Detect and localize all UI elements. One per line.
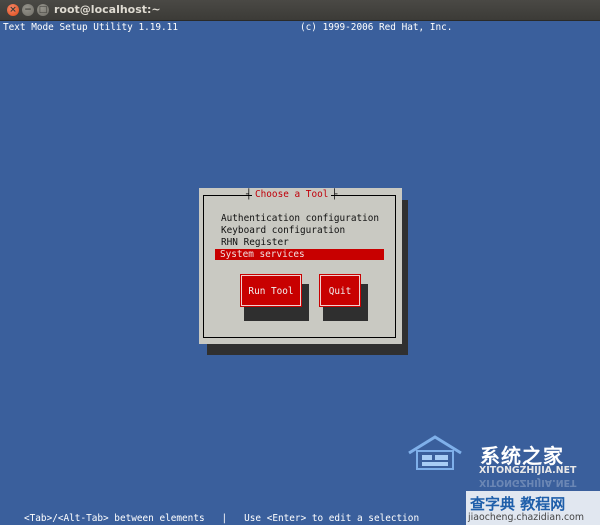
minimize-window-button[interactable]: − <box>22 4 34 16</box>
house-logo-icon <box>408 435 462 470</box>
watermark-brand-en-reflection: XITONGZHIJIA.NET <box>479 477 577 488</box>
keyboard-hint: <Tab>/<Alt-Tab> between elements | Use <… <box>24 513 420 524</box>
watermark-chazidian: 查字典 教程网 jiaocheng.chazidian.com <box>466 491 600 525</box>
list-item-rhn-register[interactable]: RHN Register <box>216 237 385 248</box>
list-item-authentication[interactable]: Authentication configuration <box>216 213 385 224</box>
dialog-title: Choose a Tool <box>246 189 338 201</box>
list-item-keyboard[interactable]: Keyboard configuration <box>216 225 385 236</box>
close-window-button[interactable]: × <box>7 4 19 16</box>
run-tool-button[interactable]: Run Tool <box>240 274 302 307</box>
window-titlebar: × − □ root@localhost:~ <box>0 0 600 21</box>
choose-tool-dialog: Choose a Tool Authentication configurati… <box>199 188 402 344</box>
maximize-window-button[interactable]: □ <box>37 4 49 16</box>
watermark-chazidian-url: jiaocheng.chazidian.com <box>468 512 585 523</box>
quit-button[interactable]: Quit <box>319 274 361 307</box>
watermark-brand-en: XITONGZHIJIA.NET <box>479 465 577 476</box>
list-item-system-services[interactable]: System services <box>215 249 384 260</box>
watermark-chazidian-cn: 查字典 教程网 <box>470 495 566 513</box>
copyright-text: (c) 1999-2006 Red Hat, Inc. <box>300 22 453 33</box>
window-title: root@localhost:~ <box>54 3 161 16</box>
utility-title: Text Mode Setup Utility 1.19.11 <box>3 22 178 33</box>
